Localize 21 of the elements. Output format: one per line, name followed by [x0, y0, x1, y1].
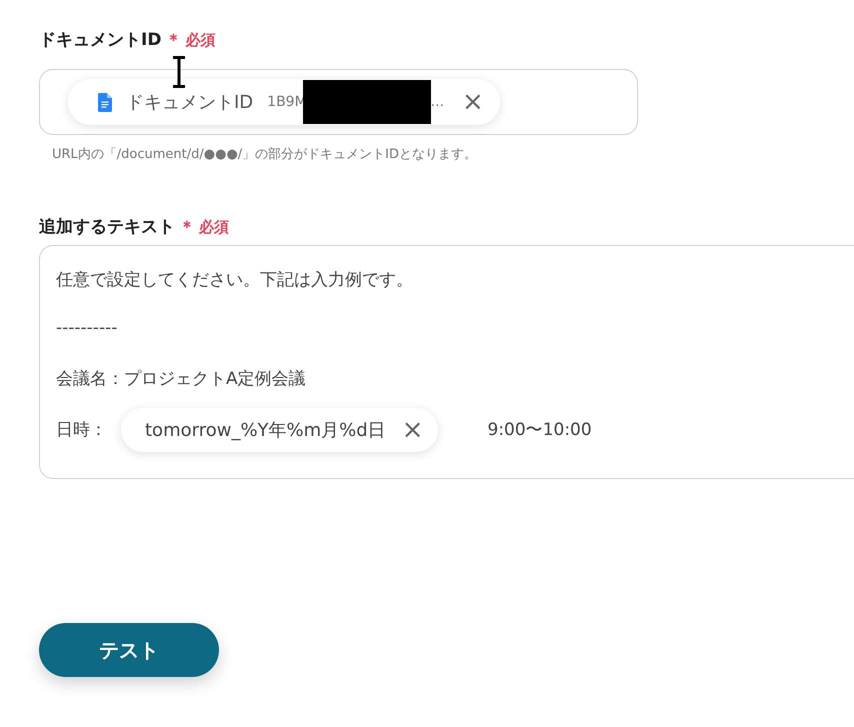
required-text: 必須: [185, 31, 216, 50]
required-mark: ＊: [165, 30, 182, 51]
chip-label: ドキュメントID: [126, 91, 254, 114]
text-line: ----------: [56, 318, 118, 338]
ellipsis: ...: [430, 94, 444, 110]
text-cursor-icon: [171, 56, 187, 88]
required-text: 必須: [199, 218, 229, 237]
text-line: 任意で設定してください。下記は入力例です。: [56, 268, 413, 290]
text-line: 9:00〜10:00: [488, 419, 592, 441]
remove-button[interactable]: ×: [458, 89, 488, 115]
text-line: 会議名：プロジェクトA定例会議: [56, 368, 306, 390]
test-button[interactable]: テスト: [39, 623, 219, 677]
field-label: 追加するテキスト: [39, 216, 175, 238]
hint-text: URL内の「/document/d/●●●/」の部分がドキュメントIDとなります。: [52, 146, 478, 163]
text-area[interactable]: 任意で設定してください。下記は入力例です。 ---------- 会議名：プロジェクトA定例会議 日時： tomorrow_%Y年%m月%d日 × 9:00〜10:00: [39, 245, 854, 479]
remove-button[interactable]: ×: [398, 416, 428, 442]
text-line: 日時：: [56, 419, 107, 441]
variable-chip[interactable]: tomorrow_%Y年%m月%d日 ×: [121, 408, 438, 452]
document-icon: [98, 92, 112, 112]
field-label: ドキュメントID: [39, 29, 162, 51]
required-mark: ＊: [179, 217, 195, 238]
